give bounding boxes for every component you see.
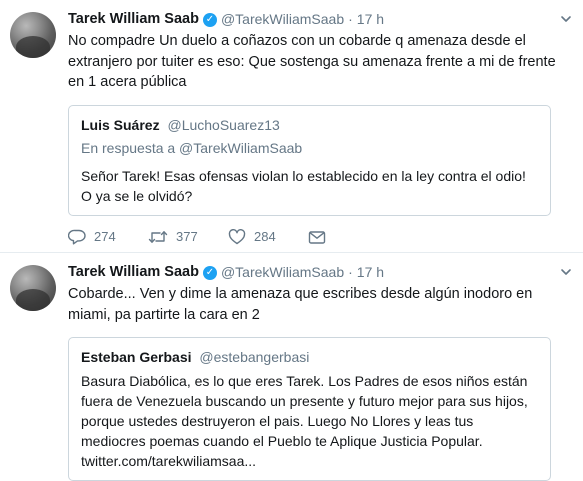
tweet-text: Cobarde... Ven y dime la amenaza que esc…	[68, 286, 533, 323]
author-handle[interactable]: @TarekWiliamSaab	[221, 10, 344, 29]
timestamp[interactable]: 17 h	[357, 10, 384, 29]
separator-dot: ·	[348, 11, 353, 27]
quoted-tweet-text: Señor Tarek! Esas ofensas violan lo esta…	[81, 167, 526, 204]
avatar[interactable]	[10, 12, 56, 58]
retweet-count: 377	[176, 229, 198, 244]
avatar[interactable]	[10, 265, 56, 311]
chevron-down-icon[interactable]	[559, 12, 573, 26]
heart-icon	[228, 228, 246, 244]
retweet-icon	[148, 230, 168, 243]
like-count: 284	[254, 229, 276, 244]
like-button[interactable]: 284	[228, 228, 308, 245]
tweet-header: Tarek William Saab ✓ @TarekWiliamSaab · …	[68, 263, 575, 282]
tweet-content: Tarek William Saab ✓ @TarekWiliamSaab · …	[68, 263, 575, 481]
quoted-author-handle: @estebangerbasi	[199, 349, 310, 365]
quoted-author-handle: @LuchoSuarez13	[167, 116, 280, 133]
quoted-tweet[interactable]: Esteban Gerbasi @estebangerbasi Basura D…	[68, 337, 551, 481]
separator-dot: ·	[348, 264, 353, 280]
retweet-button[interactable]: 377	[148, 229, 228, 245]
quoted-tweet[interactable]: Luis Suárez @LuchoSuarez13 En respuesta …	[68, 104, 551, 216]
direct-message-button[interactable]	[308, 229, 388, 245]
tweet[interactable]: Tarek William Saab ✓ @TarekWiliamSaab · …	[0, 0, 583, 253]
verified-badge-icon: ✓	[202, 12, 217, 27]
quoted-tweet-header: Esteban Gerbasi @estebangerbasi	[81, 348, 538, 367]
author-name[interactable]: Tarek William Saab	[68, 10, 199, 29]
reply-icon	[68, 229, 86, 244]
quoted-author-name: Esteban Gerbasi	[81, 349, 192, 365]
tweet-actions: 274 377 284	[68, 228, 575, 246]
timestamp[interactable]: 17 h	[357, 263, 384, 282]
chevron-down-icon[interactable]	[559, 265, 573, 279]
reply-count: 274	[94, 229, 116, 244]
author-handle[interactable]: @TarekWiliamSaab	[221, 263, 344, 282]
quoted-tweet-text: Basura Diabólica, es lo que eres Tarek. …	[81, 373, 528, 469]
quoted-author-name: Luis Suárez	[81, 116, 160, 133]
tweet-content: Tarek William Saab ✓ @TarekWiliamSaab · …	[68, 10, 575, 246]
envelope-icon	[308, 230, 326, 244]
tweet-text: No compadre Un duelo a coñazos con un co…	[68, 33, 556, 90]
reply-button[interactable]: 274	[68, 229, 148, 245]
author-name[interactable]: Tarek William Saab	[68, 263, 199, 282]
tweet[interactable]: Tarek William Saab ✓ @TarekWiliamSaab · …	[0, 253, 583, 481]
reply-context: En respuesta a @TarekWiliamSaab	[81, 139, 303, 156]
verified-badge-icon: ✓	[202, 265, 217, 280]
tweet-header: Tarek William Saab ✓ @TarekWiliamSaab · …	[68, 10, 575, 29]
quoted-tweet-header: Luis Suárez @LuchoSuarez13	[81, 116, 538, 135]
